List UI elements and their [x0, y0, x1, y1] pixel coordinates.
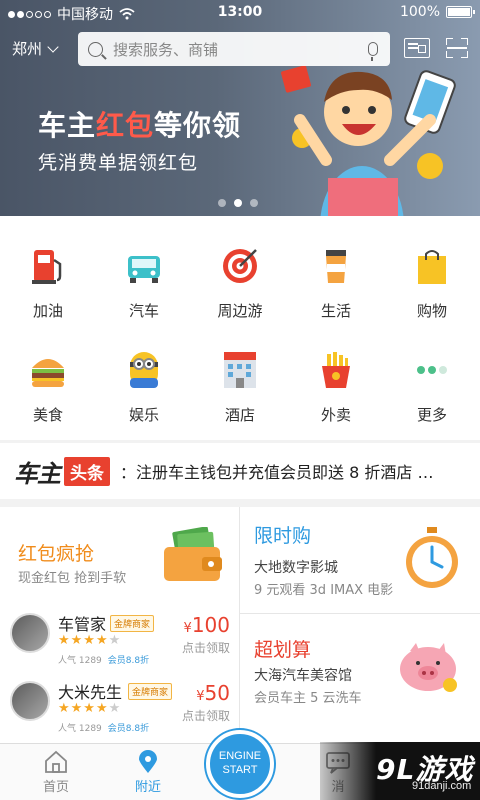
hotel-icon	[220, 350, 260, 390]
tab-home[interactable]: 首页	[8, 744, 104, 800]
grid-item-hotel[interactable]: 酒店	[192, 350, 288, 425]
battery-percent: 100%	[399, 4, 440, 20]
grid-item-car[interactable]: 汽车	[96, 246, 192, 321]
coupon-amount: ¥100	[183, 613, 230, 637]
member-card-icon[interactable]	[404, 38, 430, 58]
shop-name: 车管家	[58, 615, 107, 634]
coffee-cup-icon	[316, 246, 356, 286]
coupon-amount: ¥50	[196, 681, 230, 705]
battery-icon	[446, 6, 475, 18]
tab-label: 附近	[134, 780, 161, 795]
promo-section: 红包疯抢 现金红包 抢到手软 车管家 金牌商家 ★★★★★ 人气 1289 会员8…	[0, 507, 480, 743]
deal-offer: 会员车主 5 云洗车	[254, 691, 362, 706]
engine-label: ENGINE	[218, 750, 262, 762]
grid-item-life[interactable]: 生活	[288, 246, 384, 321]
divider	[240, 613, 480, 614]
fries-icon	[316, 350, 356, 390]
city-selector[interactable]: 郑州	[12, 38, 59, 59]
piggy-bank-icon	[400, 643, 457, 692]
redpack-subtitle: 现金红包 抢到手软	[18, 571, 127, 586]
avatar	[10, 613, 50, 653]
search-icon	[88, 41, 103, 57]
grid-item-label: 娱乐	[128, 406, 159, 424]
chevron-down-icon	[47, 40, 59, 53]
tab-nearby[interactable]: 附近	[100, 744, 196, 800]
shopping-bag-icon	[412, 246, 452, 286]
shop-card[interactable]: 大米先生 金牌商家 ★★★★★ 人气 1289 会员8.8折 ¥50 点击领取	[10, 679, 240, 741]
grid-item-label: 美食	[32, 406, 63, 424]
gold-merchant-badge: 金牌商家	[128, 683, 173, 700]
coin-icon	[417, 153, 443, 179]
wallet-icon	[164, 527, 222, 581]
avatar	[10, 681, 50, 721]
top-bar: 郑州 搜索服务、商铺	[0, 28, 480, 68]
location-pin-icon	[135, 750, 161, 774]
search-input[interactable]: 搜索服务、商铺	[78, 32, 390, 66]
home-icon	[43, 750, 69, 774]
shop-card[interactable]: 车管家 金牌商家 ★★★★★ 人气 1289 会员8.8折 ¥100 点击领取	[10, 611, 240, 673]
flash-sale-title: 限时购	[254, 525, 312, 547]
grid-item-label: 加油	[32, 302, 63, 320]
shop-name: 大米先生	[58, 683, 123, 702]
grid-item-label: 更多	[416, 406, 447, 424]
gold-merchant-badge: 金牌商家	[110, 615, 155, 632]
grid-item-label: 生活	[320, 302, 351, 320]
tab-label: 首页	[42, 780, 69, 795]
scan-icon[interactable]	[446, 38, 468, 58]
grid-item-tour[interactable]: 周边游	[192, 246, 288, 321]
headline-text: ：注册车主钱包并充值会员即送 8 折酒店 …	[120, 463, 434, 482]
status-bar: 中国移动 13:00 100%	[0, 0, 480, 24]
banner-illustration	[281, 65, 456, 216]
grid-item-shopping[interactable]: 购物	[384, 246, 480, 321]
grid-item-food[interactable]: 美食	[0, 350, 96, 425]
claim-button[interactable]: 点击领取	[182, 707, 230, 724]
city-label: 郑州	[12, 40, 43, 58]
banner-subtitle: 凭消费单据领红包	[38, 152, 199, 174]
stopwatch-icon	[406, 527, 458, 588]
gas-pump-icon	[28, 246, 68, 286]
minion-icon	[124, 350, 164, 390]
grid-item-label: 酒店	[224, 406, 255, 424]
grid-item-gas[interactable]: 加油	[0, 246, 96, 321]
grid-item-label: 汽车	[128, 302, 159, 320]
banner-title: 车主红包等你领	[38, 109, 242, 142]
rating-stars: ★★★★★	[58, 701, 122, 716]
hero-banner[interactable]: 中国移动 13:00 100% 郑州 搜索服务、商铺 车主红包等你领 凭消费单据…	[0, 0, 480, 216]
service-grid: 加油 汽车 周边游 生活 购物 美食 娱乐 酒店 外卖 更多	[0, 216, 480, 440]
engine-label: START	[222, 764, 258, 776]
rating-stars: ★★★★★	[58, 633, 122, 648]
more-dots-icon	[412, 350, 452, 390]
claim-button[interactable]: 点击领取	[182, 639, 230, 656]
red-envelope-icon	[281, 65, 311, 93]
shop-meta: 人气 1289 会员8.8折	[58, 656, 150, 666]
grid-item-entertainment[interactable]: 娱乐	[96, 350, 192, 425]
grid-item-takeout[interactable]: 外卖	[288, 350, 384, 425]
headline-ticker[interactable]: 车主 头条 ：注册车主钱包并充值会员即送 8 折酒店 …	[0, 443, 480, 499]
grid-item-label: 外卖	[320, 406, 351, 424]
search-placeholder: 搜索服务、商铺	[113, 40, 219, 59]
deal-title: 超划算	[254, 639, 312, 661]
grid-item-label: 购物	[416, 302, 447, 320]
redpack-title: 红包疯抢	[18, 543, 95, 565]
car-icon	[124, 246, 164, 286]
engine-start-button[interactable]: ENGINE START	[206, 730, 274, 798]
target-icon	[220, 246, 260, 286]
flash-sale-offer: 9 元观看 3d IMAX 电影	[254, 583, 394, 598]
headline-tag: 头条	[64, 456, 110, 486]
burger-icon	[28, 350, 68, 390]
headline-brand: 车主	[14, 459, 61, 488]
banner-pagination[interactable]	[218, 199, 258, 207]
microphone-icon[interactable]	[368, 42, 378, 61]
watermark-url: 91danji.com	[412, 780, 472, 792]
grid-item-label: 周边游	[217, 302, 263, 320]
flash-sale-venue: 大地数字影城	[254, 560, 338, 576]
shop-meta: 人气 1289 会员8.8折	[58, 724, 150, 734]
deal-venue: 大海汽车美容馆	[254, 668, 352, 684]
grid-item-more[interactable]: 更多	[384, 350, 480, 425]
